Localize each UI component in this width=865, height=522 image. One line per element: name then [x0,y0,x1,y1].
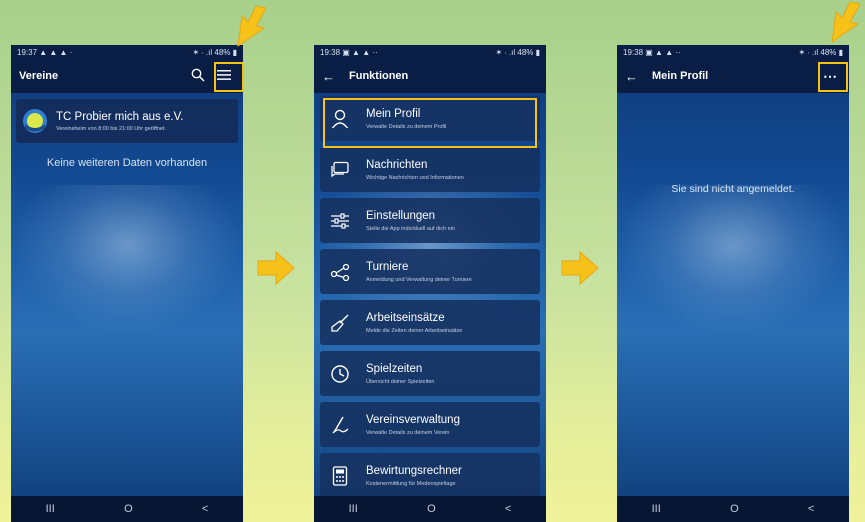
not-logged-in-message: Sie sind nicht angemeldet. [671,183,795,195]
recents-button[interactable]: III [46,503,55,515]
func-item-spielzeiten[interactable]: Spielzeiten Übersicht deiner Spielzeiten [320,351,540,396]
func-desc: Melde die Zeiten deiner Arbeitseinsätze [366,327,463,334]
function-list: Mein Profil Verwalte Details zu deinem P… [314,93,546,507]
page-title: Funktionen [349,70,409,82]
message-icon [328,158,352,182]
func-desc: Wichtige Nachrichten und Informationen [366,174,464,181]
highlight-mein-profil [323,98,537,148]
func-label: Bewirtungsrechner [366,464,462,477]
status-bar: 19:38 ▣ ▲ ▲ ·· ✶ ∙ .ıl 48% ▮ [314,45,546,59]
phone-screen-vereine: 19:37 ▲ ▲ ▲ · ✶ ∙ .ıl 48% ▮ Vereine TC P… [11,45,243,522]
func-label: Spielzeiten [366,362,423,375]
club-logo-icon [22,108,48,134]
status-right-icons: ✶ ∙ .ıl 48% ▮ [798,47,843,57]
func-desc: Verwalte Details zu deinem Verein [366,429,450,436]
arrow-pointer-icon [237,6,267,48]
arrow-right-icon [257,250,295,286]
club-hours: Vereinsheim von 8:00 bis 21:00 Uhr geöff… [56,125,166,132]
android-nav-bar: III O < [617,496,849,522]
app-bar: ← Funktionen [314,59,546,93]
func-label: Vereinsverwaltung [366,413,460,426]
func-label: Einstellungen [366,209,436,222]
func-desc: Übersicht deiner Spielzeiten [366,378,435,385]
func-label: Nachrichten [366,158,428,171]
status-bar: 19:37 ▲ ▲ ▲ · ✶ ∙ .ıl 48% ▮ [11,45,243,59]
back-button[interactable]: < [202,503,208,515]
clock-icon [328,362,352,386]
page-title: Mein Profil [652,70,709,82]
app-bar: Vereine [11,59,243,93]
status-notification-icons: ▣ ▲ ▲ ·· [645,47,681,57]
sliders-icon [328,209,352,233]
no-data-message: Keine weiteren Daten vorhanden [46,157,208,169]
share-icon [328,260,352,284]
func-label: Turniere [366,260,409,273]
highlight-menu-button [214,62,244,92]
status-right-icons: ✶ ∙ .ıl 48% ▮ [495,47,540,57]
arrow-pointer-icon [831,2,861,44]
home-button[interactable]: O [427,503,436,515]
recents-button[interactable]: III [349,503,358,515]
phone-screen-mein-profil: 19:38 ▣ ▲ ▲ ·· ✶ ∙ .ıl 48% ▮ ← Mein Prof… [617,45,849,522]
recents-button[interactable]: III [652,503,661,515]
func-item-nachrichten[interactable]: Nachrichten Wichtige Nachrichten und Inf… [320,147,540,192]
func-label: Arbeitseinsätze [366,311,445,324]
back-arrow-icon[interactable]: ← [322,69,335,84]
status-notification-icons: ▣ ▲ ▲ ·· [342,47,378,57]
android-nav-bar: III O < [314,496,546,522]
func-item-vereinsverwaltung[interactable]: Vereinsverwaltung Verwalte Details zu de… [320,402,540,447]
func-item-bewirtungsrechner[interactable]: Bewirtungsrechner Kostenermittlung für M… [320,453,540,498]
back-button[interactable]: < [808,503,814,515]
back-arrow-icon[interactable]: ← [625,69,638,84]
func-item-turniere[interactable]: Turniere Anmeldung und Verwaltung deiner… [320,249,540,294]
status-time: 19:38 [623,47,644,57]
back-button[interactable]: < [505,503,511,515]
status-time: 19:38 [320,47,341,57]
status-bar: 19:38 ▣ ▲ ▲ ·· ✶ ∙ .ıl 48% ▮ [617,45,849,59]
signature-icon [328,413,352,437]
func-desc: Kostenermittlung für Medenspieltage [366,480,456,487]
arrow-right-icon [561,250,599,286]
club-card[interactable]: TC Probier mich aus e.V. Vereinsheim von… [16,99,238,143]
status-notification-icons: ▲ ▲ ▲ · [39,47,73,57]
func-desc: Stelle die App individuell auf dich ein [366,225,455,232]
club-name: TC Probier mich aus e.V. [56,110,184,123]
func-desc: Anmeldung und Verwaltung deiner Turniere [366,276,472,283]
highlight-more-options [818,62,848,92]
func-item-arbeitseinsaetze[interactable]: Arbeitseinsätze Melde die Zeiten deiner … [320,300,540,345]
page-title: Vereine [19,70,59,82]
home-button[interactable]: O [124,503,133,515]
home-button[interactable]: O [730,503,739,515]
status-time: 19:37 [17,47,38,57]
calculator-icon [328,464,352,488]
func-item-einstellungen[interactable]: Einstellungen Stelle die App individuell… [320,198,540,243]
broom-icon [328,311,352,335]
android-nav-bar: III O < [11,496,243,522]
search-icon[interactable] [191,68,205,85]
app-bar: ← Mein Profil ⋯ [617,59,849,93]
